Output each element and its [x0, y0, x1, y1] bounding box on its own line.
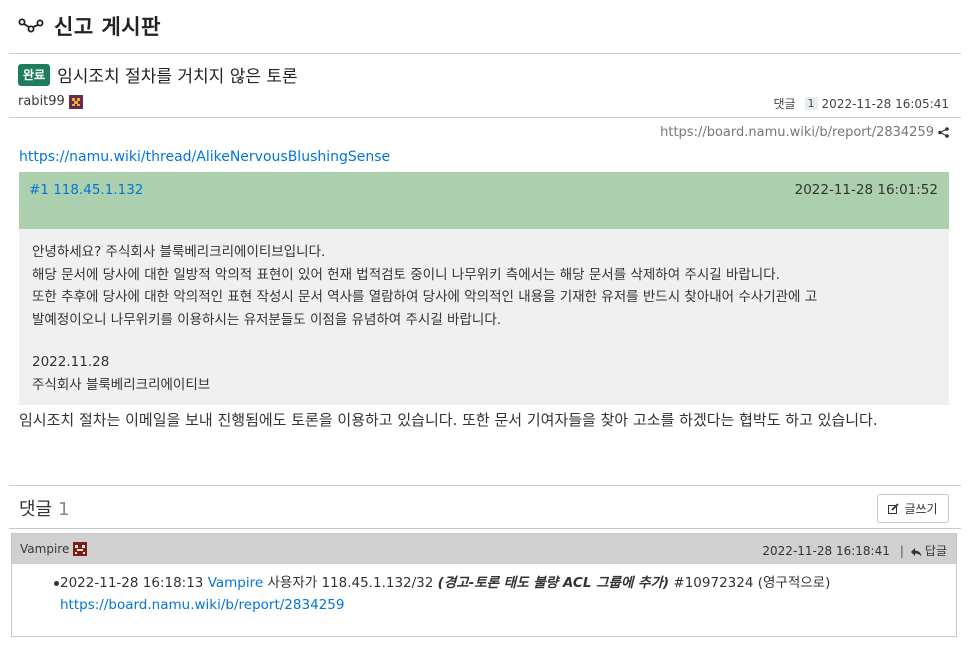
log-text: #10972324 (영구적으로): [669, 575, 831, 591]
permalink[interactable]: https://board.namu.wiki/b/report/2834259: [660, 125, 949, 140]
comment-label: 댓글: [773, 97, 796, 111]
comment-item: Vampire 2022-11-28 16:18:41 | 답글 2022-11…: [11, 533, 957, 637]
log-text: 사용자가 118.45.1.132/32: [263, 575, 438, 591]
response-sign-company: 주식회사 블룩베리크리에이티브: [32, 376, 211, 393]
log-time: 2022-11-28 16:18:13: [60, 575, 204, 591]
comments-count: 1: [58, 499, 70, 520]
bullet: [54, 581, 59, 586]
write-comment-label: 글쓰기: [904, 502, 938, 516]
write-comment-button[interactable]: 글쓰기: [877, 494, 949, 523]
response-line: 안녕하세요? 주식회사 블룩베리크리에이티브입니다.: [32, 244, 326, 260]
acl-log-entry: 2022-11-28 16:18:13 Vampire 사용자가 118.45.…: [47, 572, 950, 616]
comment-author: Vampire: [20, 542, 88, 556]
post-body: 임시조치 절차는 이메일을 보내 진행됨에도 토론을 이용하고 있습니다. 또한…: [19, 411, 878, 429]
post-author: rabit99: [18, 94, 83, 109]
status-badge: 완료: [18, 63, 51, 86]
reply-label: 답글: [924, 544, 947, 558]
response-line: 또한 추후에 당사에 대한 악의적인 표현 작성시 문서 역사를 열람하여 당사…: [32, 289, 818, 305]
divider: [9, 53, 961, 54]
reply-icon: [910, 546, 922, 556]
comments-label: 댓글: [19, 499, 53, 520]
response-line: 발예정이오니 나무위키를 이용하시는 유저분들도 이점을 유념하여 주시길 바랍…: [32, 311, 502, 328]
board-title: 신고 게시판: [54, 15, 161, 39]
post-meta: 댓글 1 2022-11-28 16:05:41: [773, 95, 949, 112]
board-header: 신고 게시판: [18, 8, 161, 44]
share-icon[interactable]: [938, 127, 949, 138]
comment-date: 2022-11-28 16:18:41: [762, 543, 890, 558]
divider: [9, 485, 961, 486]
thread-link[interactable]: https://namu.wiki/thread/AlikeNervousBlu…: [19, 149, 390, 165]
avatar: [73, 542, 88, 556]
post-date: 2022-11-28 16:05:41: [821, 96, 949, 111]
post-title-row: 완료 임시조치 절차를 거치지 않은 토론: [18, 62, 298, 87]
divider: [9, 528, 961, 529]
log-link[interactable]: https://board.namu.wiki/b/report/2834259: [60, 597, 344, 613]
reply-button[interactable]: 답글: [910, 542, 947, 559]
comment-body: 2022-11-28 16:18:13 Vampire 사용자가 118.45.…: [54, 572, 950, 616]
response-sign-date: 2022.11.28: [32, 354, 110, 370]
log-user-link[interactable]: Vampire: [208, 575, 264, 591]
comment-count: 1: [804, 97, 818, 110]
routing-icon: [18, 16, 44, 36]
response-date: 2022-11-28 16:01:52: [794, 182, 938, 198]
avatar: [68, 94, 83, 109]
permalink-url[interactable]: https://board.namu.wiki/b/report/2834259: [660, 125, 934, 140]
post-title: 임시조치 절차를 거치지 않은 토론: [57, 67, 298, 87]
pen-icon: [888, 503, 900, 514]
quoted-response-header: #1 118.45.1.132 2022-11-28 16:01:52: [19, 172, 949, 229]
comment-header: Vampire 2022-11-28 16:18:41 | 답글: [12, 534, 956, 564]
separator: |: [899, 543, 904, 558]
log-action: (경고-토론 태도 불량 ACL 그룹에 추가): [437, 575, 670, 591]
divider: [9, 117, 961, 118]
response-line: 해당 문서에 당사에 대한 일방적 악의적 표현이 있어 헌재 법적검토 중이니…: [32, 266, 780, 283]
quoted-response-body: 안녕하세요? 주식회사 블룩베리크리에이티브입니다. 해당 문서에 당사에 대한…: [19, 229, 949, 405]
comment-author-name[interactable]: Vampire: [20, 542, 69, 556]
comments-header: 댓글 1: [19, 495, 70, 521]
response-id[interactable]: #1 118.45.1.132: [29, 182, 143, 198]
author-name[interactable]: rabit99: [18, 94, 65, 109]
comment-meta: 2022-11-28 16:18:41 | 답글: [762, 542, 947, 559]
